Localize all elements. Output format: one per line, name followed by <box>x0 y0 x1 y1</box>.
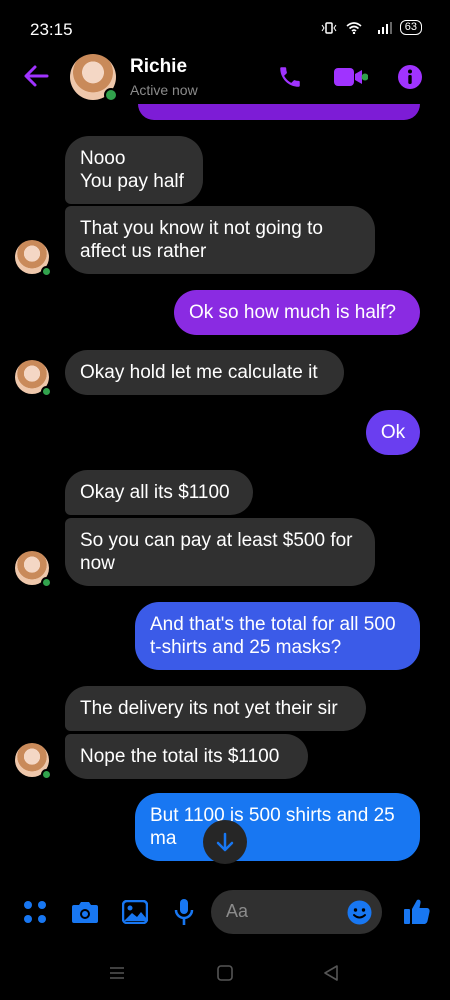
message-text: The delivery its not yet their sir <box>80 698 338 719</box>
message-outgoing[interactable]: But 1100 is 500 shirts and 25 ma <box>135 793 420 861</box>
menu-dots-icon[interactable] <box>23 900 47 924</box>
message-text: Nope the total its $1100 <box>80 746 280 767</box>
online-indicator <box>41 386 52 397</box>
recents-icon[interactable] <box>109 966 125 980</box>
message-text: Nooo You pay half <box>80 148 184 192</box>
like-icon[interactable] <box>403 897 431 925</box>
system-navigation-bar <box>0 950 450 1000</box>
message-composer: Aa <box>0 884 450 944</box>
message-text: That you know it not going to affect us … <box>80 218 323 262</box>
info-icon[interactable] <box>397 64 423 90</box>
online-indicator <box>104 88 118 102</box>
message-incoming[interactable]: Okay hold let me calculate it <box>65 350 344 395</box>
message-incoming[interactable]: So you can pay at least $500 for now <box>65 518 375 586</box>
gallery-icon[interactable] <box>122 900 148 924</box>
message-text: So you can pay at least $500 for now <box>80 530 353 574</box>
emoji-icon[interactable] <box>347 900 372 925</box>
battery-indicator: 63 <box>399 20 422 35</box>
online-indicator <box>41 266 52 277</box>
wifi-icon <box>346 21 362 34</box>
message-incoming[interactable]: That you know it not going to affect us … <box>65 206 375 274</box>
online-indicator <box>41 577 52 588</box>
microphone-icon[interactable] <box>174 898 194 926</box>
status-icons: 63 <box>320 20 422 35</box>
message-incoming[interactable]: Okay all its $1100 <box>65 470 253 515</box>
contact-avatar[interactable] <box>70 54 118 102</box>
vibrate-icon <box>321 21 337 34</box>
message-incoming[interactable]: Nooo You pay half <box>65 136 203 204</box>
message-outgoing[interactable]: And that's the total for all 500 t-shirt… <box>135 602 420 670</box>
home-icon[interactable] <box>217 965 233 981</box>
phone-icon[interactable] <box>277 64 303 90</box>
message-input[interactable]: Aa <box>211 890 382 934</box>
contact-avatar-small[interactable] <box>15 551 52 588</box>
previous-message-bubble <box>138 104 420 120</box>
chat-header: Richie Active now <box>0 46 450 110</box>
scroll-down-icon <box>216 832 234 852</box>
camera-icon[interactable] <box>71 900 99 924</box>
scroll-down-button[interactable] <box>203 820 247 864</box>
online-indicator <box>41 769 52 780</box>
contact-avatar-small[interactable] <box>15 240 52 277</box>
contact-status: Active now <box>130 82 198 98</box>
message-text: And that's the total for all 500 t-shirt… <box>150 614 396 658</box>
video-icon[interactable] <box>334 66 368 88</box>
back-icon[interactable] <box>323 965 339 981</box>
message-incoming[interactable]: The delivery its not yet their sir <box>65 686 366 731</box>
message-text: Okay all its $1100 <box>80 482 230 503</box>
back-arrow-icon[interactable] <box>22 62 50 90</box>
signal-icon <box>377 21 392 34</box>
contact-avatar-small[interactable] <box>15 360 52 397</box>
message-text: Okay hold let me calculate it <box>80 362 318 383</box>
message-text: Ok <box>380 422 406 443</box>
message-incoming[interactable]: Nope the total its $1100 <box>65 734 308 779</box>
status-time: 23:15 <box>30 20 73 39</box>
message-input-placeholder: Aa <box>226 901 249 921</box>
message-text: But 1100 is 500 shirts and 25 ma <box>150 805 395 849</box>
message-text: Ok so how much is half? <box>189 302 396 323</box>
contact-avatar-small[interactable] <box>15 743 52 780</box>
message-outgoing[interactable]: Ok so how much is half? <box>174 290 420 335</box>
contact-name[interactable]: Richie <box>130 56 187 78</box>
message-outgoing[interactable]: Ok <box>366 410 420 455</box>
